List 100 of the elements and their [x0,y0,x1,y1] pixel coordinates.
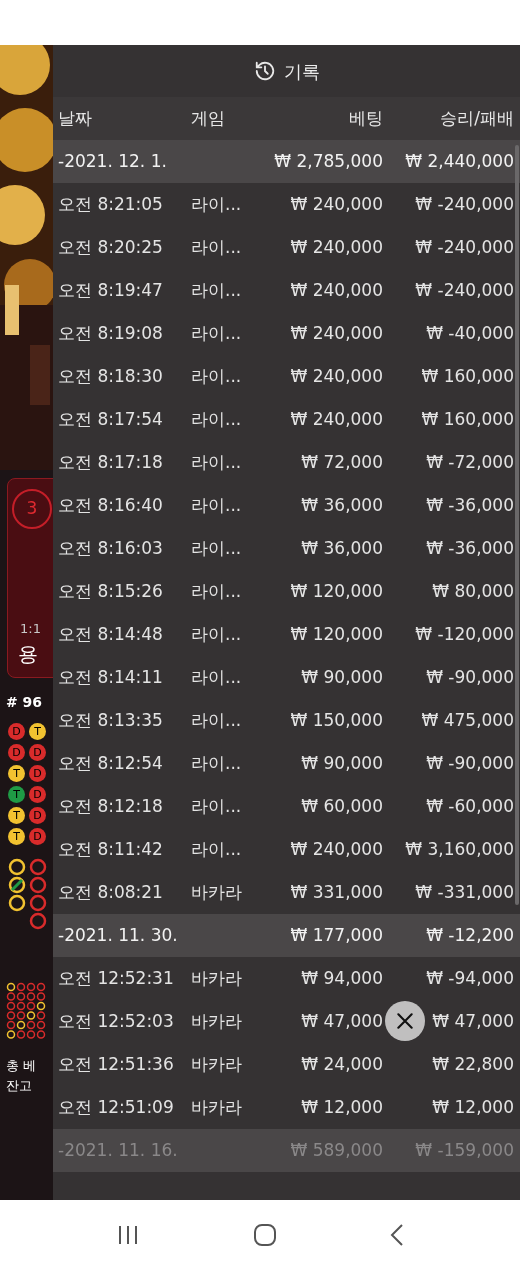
group-result-total: ₩ -159,000 [415,1138,514,1162]
game-cell-text: 라이... [191,493,243,517]
time-cell-text: 오전 8:20:25 [57,235,164,259]
result-cell-text: ₩ -240,000 [415,192,514,216]
time-cell-text: 오전 8:15:26 [57,579,164,603]
result-cell-text: ₩ -90,000 [426,751,514,775]
bead: T [29,723,46,740]
bead: T [8,807,25,824]
time-cell-text: 오전 8:14:11 [57,665,164,689]
time-cell-text: 오전 8:12:54 [57,751,164,775]
game-cell-text: 라이... [191,192,243,216]
game-cell-text: 라이... [191,708,243,732]
time-cell-text: 오전 8:11:42 [57,837,164,861]
close-button[interactable] [385,1001,425,1041]
bet-cell-text: ₩ 240,000 [289,364,383,388]
group-result-total: ₩ -12,200 [426,923,514,947]
game-cell-text: 라이... [191,622,243,646]
result-cell-text: ₩ 12,000 [432,1095,514,1119]
result-cell-text: ₩ -72,000 [426,450,514,474]
bead: D [29,786,46,803]
date-group-row[interactable]: -2021. 11. 30. ₩ 177,000 ₩ -12,200 [53,914,520,957]
time-cell-text: 오전 12:52:31 [57,966,175,990]
back-icon[interactable] [389,1223,404,1247]
bet-cell-text: ₩ 24,000 [300,1052,383,1076]
date-group-row[interactable]: -2021. 12. 1. ₩ 2,785,000 ₩ 2,440,000 [53,140,520,183]
game-cell-text: 라이... [191,407,243,431]
history-icon [253,60,276,82]
bet-cell-text: ₩ 150,000 [289,708,383,732]
time-cell-text: 오전 8:12:18 [57,794,164,818]
bet-cell-text: ₩ 240,000 [289,235,383,259]
time-cell-text: 오전 8:16:40 [57,493,164,517]
game-cell-text: 바카라 [191,1009,243,1033]
bet-card[interactable]: 3 1:1 용 [7,478,53,678]
game-cell-text: 바카라 [191,1052,243,1076]
bead: T [8,828,25,845]
time-cell-text: 오전 8:08:21 [57,880,164,904]
bet-cell-text: ₩ 94,000 [300,966,383,990]
panel-title: 기록 [283,59,320,84]
game-cell-text: 라이... [191,278,243,302]
bet-cell-text: ₩ 36,000 [300,536,383,560]
group-bet-total: ₩ 589,000 [289,1138,383,1162]
result-cell-text: ₩ -331,000 [415,880,514,904]
time-cell-text: 오전 8:19:08 [57,321,164,345]
column-header: 날짜 [57,106,93,130]
game-cell-text: 라이... [191,321,243,345]
bet-cell-text: ₩ 240,000 [289,278,383,302]
bet-cell-text: ₩ 240,000 [289,837,383,861]
game-cell-text: 라이... [191,364,243,388]
bead: D [8,723,25,740]
column-header: 베팅 [348,106,383,130]
game-cell-text: 라이... [191,235,243,259]
column-header: 승리/패배 [439,106,514,130]
bet-cell-text: ₩ 12,000 [300,1095,383,1119]
bet-cell-text: ₩ 72,000 [300,450,383,474]
bet-cell-text: ₩ 90,000 [300,751,383,775]
home-icon[interactable] [253,1223,277,1247]
group-bet-total: ₩ 177,000 [289,923,383,947]
time-cell-text: 오전 8:13:35 [57,708,164,732]
bead: D [8,744,25,761]
result-cell-text: ₩ 160,000 [421,364,514,388]
bet-cell-text: ₩ 36,000 [300,493,383,517]
group-bet-total: ₩ 2,785,000 [273,149,383,173]
bet-cell-text: ₩ 47,000 [300,1009,383,1033]
result-cell-text: ₩ 3,160,000 [405,837,514,861]
result-cell-text: ₩ 22,800 [432,1052,514,1076]
game-cell-text: 바카라 [191,880,243,904]
bead: D [29,807,46,824]
game-cell-text: 라이... [191,665,243,689]
time-cell-text: 오전 8:16:03 [57,536,164,560]
bead: T [8,765,25,782]
bead: D [29,765,46,782]
group-result-total: ₩ 2,440,000 [405,149,514,173]
bead: D [29,828,46,845]
group-date: -2021. 12. 1. [57,149,168,173]
bead: T [8,786,25,803]
result-cell-text: ₩ 160,000 [421,407,514,431]
result-cell-text: ₩ 47,000 [432,1009,514,1033]
bet-cell-text: ₩ 90,000 [300,665,383,689]
group-date: -2021. 11. 30. [57,923,179,947]
bet-cell-text: ₩ 60,000 [300,794,383,818]
result-cell-text: ₩ 475,000 [421,708,514,732]
game-cell-text: 라이... [191,536,243,560]
payout-ratio: 1:1 [20,620,41,638]
bead: D [29,744,46,761]
game-cell-text: 라이... [191,579,243,603]
bet-cell-text: ₩ 120,000 [289,579,383,603]
game-cell-text: 라이... [191,794,243,818]
close-icon [395,1011,415,1031]
result-cell-text: ₩ -94,000 [426,966,514,990]
result-cell-text: ₩ -240,000 [415,235,514,259]
result-cell-text: ₩ -90,000 [426,665,514,689]
time-cell-text: 오전 12:52:03 [57,1009,175,1033]
game-cell-text: 바카라 [191,966,243,990]
total-bet-label: 총 베 [6,1057,38,1075]
time-cell-text: 오전 8:17:54 [57,407,164,431]
game-cell-text: 라이... [191,751,243,775]
time-cell-text: 오전 12:51:36 [57,1052,175,1076]
game-cell-text: 라이... [191,837,243,861]
bet-cell-text: ₩ 240,000 [289,192,383,216]
balance-label: 잔고 [6,1076,33,1095]
